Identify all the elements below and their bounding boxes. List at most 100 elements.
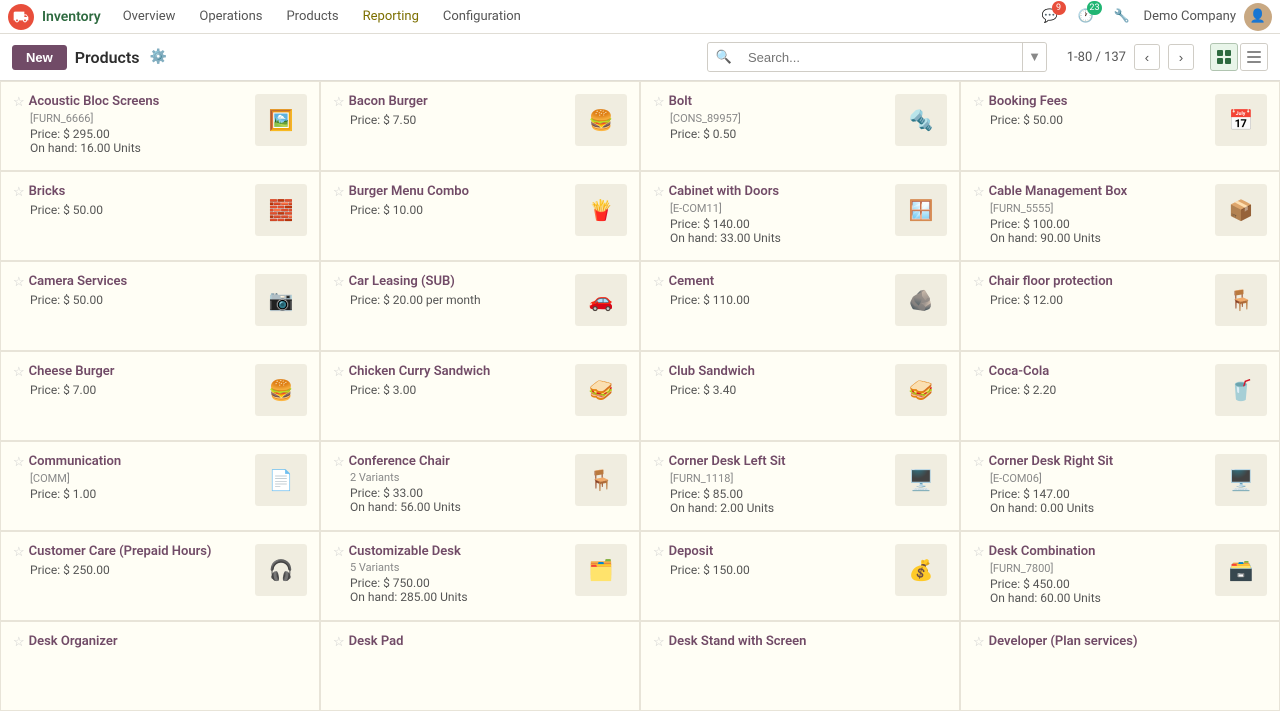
product-price: Price: $ 7.50 bbox=[350, 113, 567, 127]
product-header: ☆ Chicken Curry Sandwich bbox=[333, 364, 567, 381]
product-card[interactable]: ☆ Chicken Curry Sandwich Price: $ 3.00 🥪 bbox=[320, 351, 640, 441]
product-card[interactable]: ☆ Conference Chair 2 Variants Price: $ 3… bbox=[320, 441, 640, 531]
next-page-btn[interactable]: › bbox=[1168, 44, 1194, 70]
favorite-star-icon[interactable]: ☆ bbox=[333, 185, 345, 200]
nav-overview[interactable]: Overview bbox=[113, 5, 186, 28]
product-card[interactable]: ☆ Coca-Cola Price: $ 2.20 🥤 bbox=[960, 351, 1280, 441]
favorite-star-icon[interactable]: ☆ bbox=[13, 365, 25, 380]
nav-products[interactable]: Products bbox=[276, 5, 348, 28]
card-inner: ☆ Communication [COMM] Price: $ 1.00 📄 bbox=[13, 454, 307, 506]
product-card[interactable]: ☆ Camera Services Price: $ 50.00 📷 bbox=[0, 261, 320, 351]
favorite-star-icon[interactable]: ☆ bbox=[973, 185, 985, 200]
product-card[interactable]: ☆ Bolt [CONS_89957] Price: $ 0.50 🔩 bbox=[640, 81, 960, 171]
favorite-star-icon[interactable]: ☆ bbox=[333, 545, 345, 560]
product-card[interactable]: ☆ Cabinet with Doors [E-COM11] Price: $ … bbox=[640, 171, 960, 261]
favorite-star-icon[interactable]: ☆ bbox=[13, 455, 25, 470]
favorite-star-icon[interactable]: ☆ bbox=[973, 545, 985, 560]
favorite-star-icon[interactable]: ☆ bbox=[13, 545, 25, 560]
product-image: 🎧 bbox=[255, 544, 307, 596]
favorite-star-icon[interactable]: ☆ bbox=[333, 635, 345, 650]
app-logo[interactable] bbox=[8, 4, 34, 30]
product-card[interactable]: ☆ Desk Organizer bbox=[0, 621, 320, 711]
product-card[interactable]: ☆ Burger Menu Combo Price: $ 10.00 🍟 bbox=[320, 171, 640, 261]
product-card[interactable]: ☆ Cheese Burger Price: $ 7.00 🍔 bbox=[0, 351, 320, 441]
favorite-star-icon[interactable]: ☆ bbox=[973, 455, 985, 470]
product-name: Coca-Cola bbox=[989, 364, 1050, 381]
settings-btn[interactable]: 🔧 bbox=[1108, 3, 1136, 31]
company-name[interactable]: Demo Company bbox=[1144, 9, 1236, 24]
favorite-star-icon[interactable]: ☆ bbox=[973, 95, 985, 110]
product-header: ☆ Deposit bbox=[653, 544, 887, 561]
kanban-view-btn[interactable] bbox=[1210, 43, 1238, 71]
product-header: ☆ Cabinet with Doors bbox=[653, 184, 887, 201]
product-card[interactable]: ☆ Club Sandwich Price: $ 3.40 🥪 bbox=[640, 351, 960, 441]
product-image: 🍟 bbox=[575, 184, 627, 236]
app-name[interactable]: Inventory bbox=[42, 9, 101, 25]
product-card[interactable]: ☆ Corner Desk Right Sit [E-COM06] Price:… bbox=[960, 441, 1280, 531]
settings-gear-icon[interactable]: ⚙️ bbox=[149, 49, 166, 65]
product-card[interactable]: ☆ Desk Pad bbox=[320, 621, 640, 711]
favorite-star-icon[interactable]: ☆ bbox=[333, 95, 345, 110]
favorite-star-icon[interactable]: ☆ bbox=[653, 545, 665, 560]
favorite-star-icon[interactable]: ☆ bbox=[653, 275, 665, 290]
messages-btn[interactable]: 💬 9 bbox=[1036, 3, 1064, 31]
favorite-star-icon[interactable]: ☆ bbox=[333, 275, 345, 290]
nav-operations[interactable]: Operations bbox=[189, 5, 272, 28]
card-inner: ☆ Conference Chair 2 Variants Price: $ 3… bbox=[333, 454, 627, 514]
favorite-star-icon[interactable]: ☆ bbox=[653, 95, 665, 110]
prev-page-btn[interactable]: ‹ bbox=[1134, 44, 1160, 70]
activities-btn[interactable]: 🕐 23 bbox=[1072, 3, 1100, 31]
favorite-star-icon[interactable]: ☆ bbox=[653, 185, 665, 200]
nav-reporting[interactable]: Reporting bbox=[353, 5, 429, 28]
product-header: ☆ Customer Care (Prepaid Hours) bbox=[13, 544, 247, 561]
product-card[interactable]: ☆ Customizable Desk 5 Variants Price: $ … bbox=[320, 531, 640, 621]
product-header: ☆ Customizable Desk bbox=[333, 544, 567, 561]
product-card[interactable]: ☆ Deposit Price: $ 150.00 💰 bbox=[640, 531, 960, 621]
favorite-star-icon[interactable]: ☆ bbox=[13, 275, 25, 290]
product-card[interactable]: ☆ Cable Management Box [FURN_5555] Price… bbox=[960, 171, 1280, 261]
product-card[interactable]: ☆ Desk Stand with Screen bbox=[640, 621, 960, 711]
list-view-btn[interactable] bbox=[1240, 43, 1268, 71]
favorite-star-icon[interactable]: ☆ bbox=[13, 95, 25, 110]
favorite-star-icon[interactable]: ☆ bbox=[973, 275, 985, 290]
favorite-star-icon[interactable]: ☆ bbox=[13, 635, 25, 650]
product-card[interactable]: ☆ Corner Desk Left Sit [FURN_1118] Price… bbox=[640, 441, 960, 531]
product-card[interactable]: ☆ Customer Care (Prepaid Hours) Price: $… bbox=[0, 531, 320, 621]
product-card[interactable]: ☆ Bacon Burger Price: $ 7.50 🍔 bbox=[320, 81, 640, 171]
product-card[interactable]: ☆ Acoustic Bloc Screens [FURN_6666] Pric… bbox=[0, 81, 320, 171]
product-card[interactable]: ☆ Communication [COMM] Price: $ 1.00 📄 bbox=[0, 441, 320, 531]
card-inner: ☆ Desk Pad bbox=[333, 634, 627, 651]
favorite-star-icon[interactable]: ☆ bbox=[13, 185, 25, 200]
product-price: Price: $ 295.00 bbox=[30, 127, 247, 141]
product-card[interactable]: ☆ Cement Price: $ 110.00 🪨 bbox=[640, 261, 960, 351]
card-inner: ☆ Car Leasing (SUB) Price: $ 20.00 per m… bbox=[333, 274, 627, 326]
product-image: 📅 bbox=[1215, 94, 1267, 146]
product-header: ☆ Car Leasing (SUB) bbox=[333, 274, 567, 291]
favorite-star-icon[interactable]: ☆ bbox=[973, 635, 985, 650]
favorite-star-icon[interactable]: ☆ bbox=[653, 365, 665, 380]
product-card[interactable]: ☆ Booking Fees Price: $ 50.00 📅 bbox=[960, 81, 1280, 171]
new-button[interactable]: New bbox=[12, 45, 67, 70]
favorite-star-icon[interactable]: ☆ bbox=[653, 455, 665, 470]
product-card[interactable]: ☆ Developer (Plan services) bbox=[960, 621, 1280, 711]
user-avatar[interactable]: 👤 bbox=[1244, 3, 1272, 31]
product-variants: 2 Variants bbox=[350, 471, 567, 484]
favorite-star-icon[interactable]: ☆ bbox=[973, 365, 985, 380]
product-info: ☆ Desk Organizer bbox=[13, 634, 307, 651]
nav-configuration[interactable]: Configuration bbox=[433, 5, 531, 28]
product-card[interactable]: ☆ Bricks Price: $ 50.00 🧱 bbox=[0, 171, 320, 261]
product-card[interactable]: ☆ Chair floor protection Price: $ 12.00 … bbox=[960, 261, 1280, 351]
product-card[interactable]: ☆ Car Leasing (SUB) Price: $ 20.00 per m… bbox=[320, 261, 640, 351]
favorite-star-icon[interactable]: ☆ bbox=[333, 455, 345, 470]
product-price: Price: $ 140.00 bbox=[670, 217, 887, 231]
product-card[interactable]: ☆ Desk Combination [FURN_7800] Price: $ … bbox=[960, 531, 1280, 621]
product-header: ☆ Coca-Cola bbox=[973, 364, 1207, 381]
favorite-star-icon[interactable]: ☆ bbox=[653, 635, 665, 650]
product-info: ☆ Bacon Burger Price: $ 7.50 bbox=[333, 94, 567, 146]
search-dropdown-btn[interactable]: ▼ bbox=[1022, 43, 1045, 71]
product-info: ☆ Corner Desk Right Sit [E-COM06] Price:… bbox=[973, 454, 1207, 515]
favorite-star-icon[interactable]: ☆ bbox=[333, 365, 345, 380]
search-input[interactable] bbox=[740, 50, 1022, 65]
pagination-text: 1-80 / 137 bbox=[1067, 50, 1126, 65]
product-info: ☆ Developer (Plan services) bbox=[973, 634, 1267, 651]
